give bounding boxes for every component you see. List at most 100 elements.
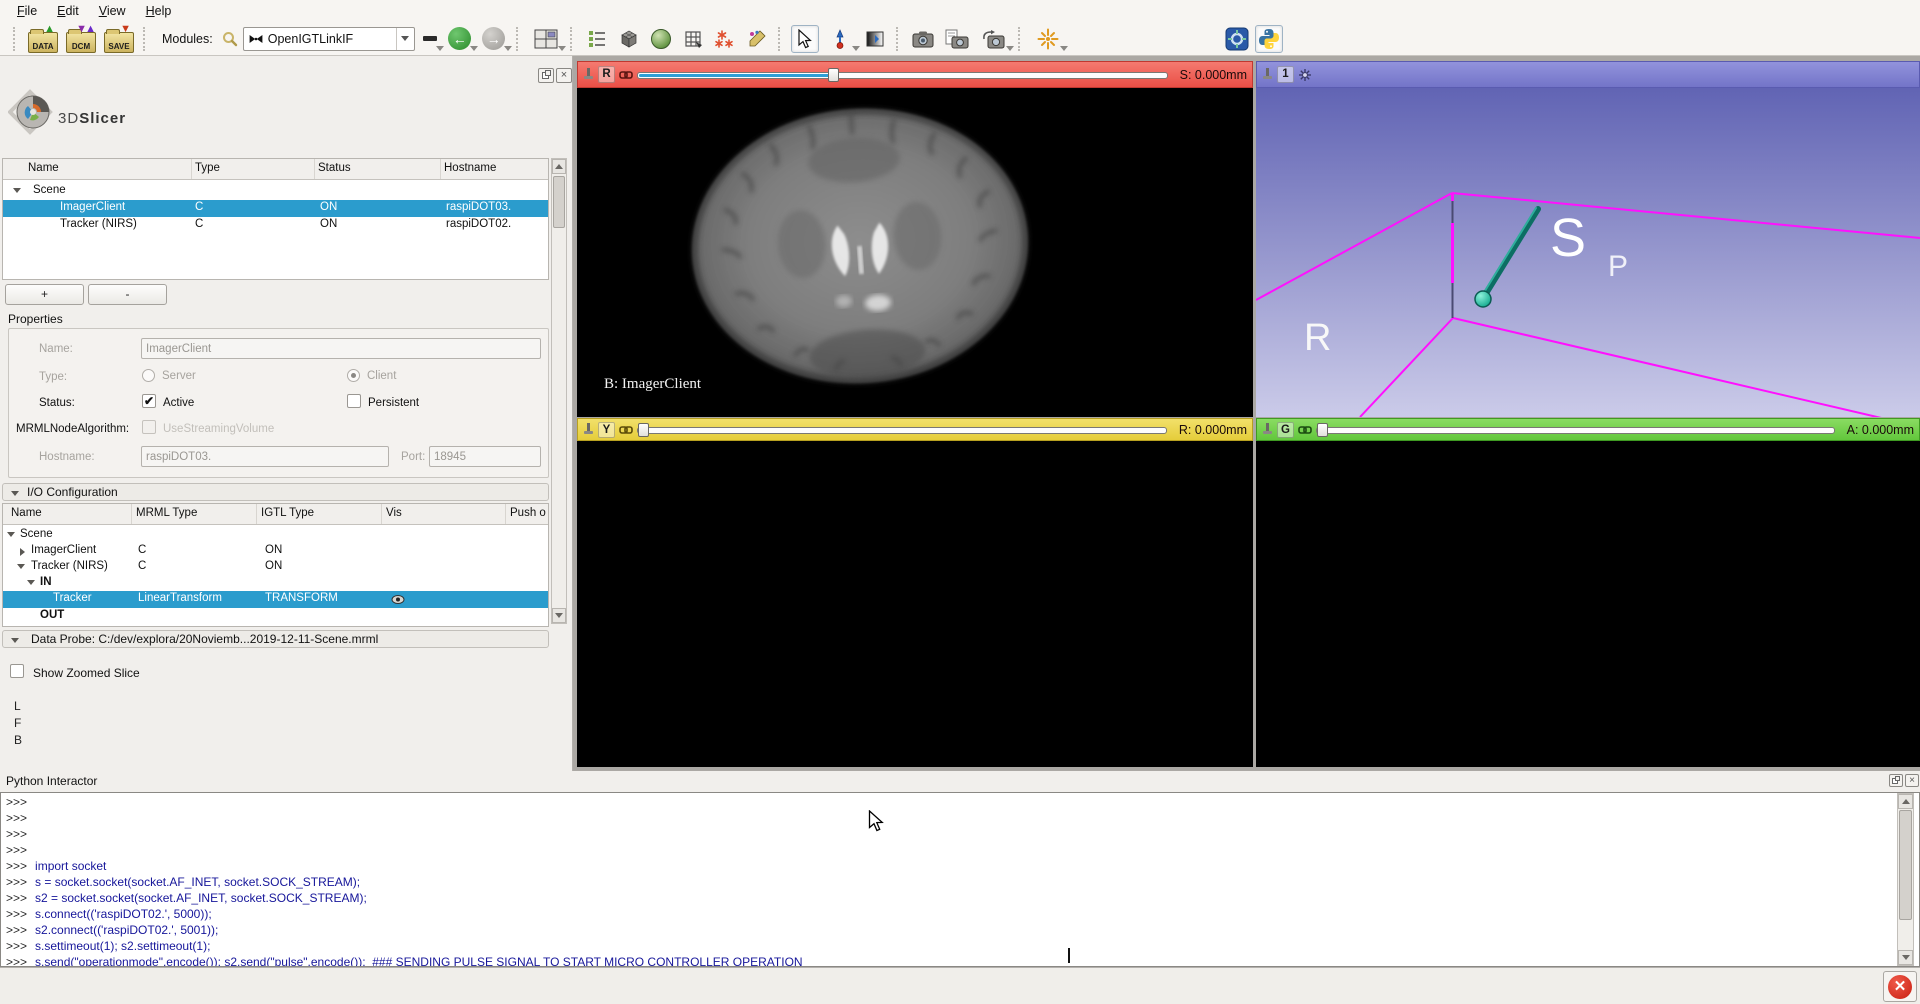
remove-connector-button[interactable]: -: [88, 284, 167, 305]
active-checkbox-label[interactable]: Active: [163, 397, 194, 409]
module-selector-combobox[interactable]: OpenIGTLinkIF: [243, 27, 415, 51]
pushpin-icon[interactable]: [1262, 423, 1273, 436]
models-sphere-button[interactable]: [647, 25, 675, 53]
threed-view[interactable]: 1: [1256, 61, 1920, 417]
place-fiducial-button[interactable]: [823, 25, 857, 53]
window-level-button[interactable]: [861, 25, 889, 53]
col-vis[interactable]: Vis: [386, 507, 402, 519]
screenshot-button[interactable]: [909, 25, 937, 53]
io-row-in[interactable]: IN: [3, 575, 548, 591]
col-push[interactable]: Push o: [510, 507, 546, 519]
col-hostname[interactable]: Hostname: [444, 162, 496, 174]
green-slice-offset-slider[interactable]: [1316, 423, 1835, 437]
markups-fiducial-button[interactable]: [711, 25, 739, 53]
col-name[interactable]: Name: [28, 162, 59, 174]
menu-file[interactable]: File: [8, 2, 46, 20]
menu-help[interactable]: Help: [137, 2, 181, 20]
scene-snapshot-button[interactable]: [941, 25, 973, 53]
python-console[interactable]: >>> >>> >>> >>> >>>import socket >>>s = …: [0, 792, 1920, 967]
connector-name-input[interactable]: [141, 338, 541, 359]
yellow-slice-view[interactable]: Y R: 0.000mm: [577, 418, 1253, 767]
panel-popup-icon[interactable]: [538, 68, 554, 83]
link-views-icon[interactable]: [619, 68, 633, 82]
panel-close-icon[interactable]: ×: [556, 68, 572, 83]
volume-rendering-cube-button[interactable]: [615, 25, 643, 53]
client-radio[interactable]: [347, 369, 360, 382]
active-checkbox[interactable]: ✔: [142, 394, 156, 408]
use-streaming-volume-checkbox[interactable]: [142, 420, 156, 434]
yellow-slice-offset-slider[interactable]: [637, 423, 1167, 437]
col-name[interactable]: Name: [11, 507, 42, 519]
green-slice-view[interactable]: G A: 0.000mm: [1256, 418, 1920, 767]
menu-edit[interactable]: Edit: [48, 2, 88, 20]
pushpin-icon[interactable]: [1262, 68, 1273, 81]
scroll-down-icon[interactable]: [1898, 950, 1913, 965]
col-mrml-type[interactable]: MRML Type: [136, 507, 197, 519]
io-row-tracker-transform[interactable]: Tracker LinearTransform TRANSFORM: [3, 591, 548, 608]
slider-handle[interactable]: [1317, 423, 1328, 437]
scroll-up-icon[interactable]: [552, 159, 566, 174]
module-search-icon[interactable]: [221, 30, 239, 48]
slider-handle[interactable]: [638, 423, 649, 437]
persistent-checkbox[interactable]: [347, 394, 361, 408]
module-panel-scrollbar[interactable]: [551, 158, 567, 624]
load-dicom-button[interactable]: ▼ ▲ DCM: [64, 25, 98, 53]
show-module-list-button[interactable]: [583, 25, 611, 53]
server-radio[interactable]: [142, 369, 155, 382]
show-zoomed-slice-checkbox[interactable]: [10, 664, 24, 678]
connector-row-imagerclient[interactable]: ImagerClient C ON raspiDOT03.: [3, 200, 548, 217]
persistent-checkbox-label[interactable]: Persistent: [368, 397, 419, 409]
python-interactor-button[interactable]: [1255, 25, 1283, 53]
col-type[interactable]: Type: [195, 162, 220, 174]
yellow-slice-viewport[interactable]: [577, 441, 1253, 767]
pushpin-icon[interactable]: [583, 68, 594, 81]
expand-icon[interactable]: [7, 532, 15, 537]
expand-icon[interactable]: [27, 580, 35, 585]
scroll-up-icon[interactable]: [1898, 794, 1913, 809]
show-zoomed-slice-label[interactable]: Show Zoomed Slice: [33, 666, 140, 680]
io-row-out[interactable]: OUT: [3, 608, 548, 624]
io-row-scene[interactable]: Scene: [3, 527, 548, 543]
col-igtl-type[interactable]: IGTL Type: [261, 507, 314, 519]
scrollbar-thumb[interactable]: [1899, 810, 1912, 920]
scrollbar-thumb[interactable]: [553, 176, 565, 228]
python-panel-popup-icon[interactable]: [1889, 774, 1903, 787]
slider-handle[interactable]: [828, 68, 839, 82]
menu-view[interactable]: View: [90, 2, 135, 20]
extensions-manager-button[interactable]: [1223, 25, 1251, 53]
view-options-icon[interactable]: [1298, 68, 1312, 82]
module-back-button[interactable]: ←: [445, 25, 475, 53]
green-view-label[interactable]: G: [1277, 422, 1294, 438]
connector-row-tracker[interactable]: Tracker (NIRS) C ON raspiDOT02.: [3, 217, 548, 234]
module-forward-button[interactable]: →: [479, 25, 509, 53]
transforms-button[interactable]: [679, 25, 707, 53]
editor-button[interactable]: [743, 25, 771, 53]
scroll-down-icon[interactable]: [552, 608, 566, 623]
port-input[interactable]: [429, 446, 541, 467]
expand-icon[interactable]: [13, 188, 21, 193]
connector-row-scene[interactable]: Scene: [3, 183, 548, 200]
load-data-button[interactable]: ▲ DATA: [26, 25, 60, 53]
col-status[interactable]: Status: [318, 162, 351, 174]
data-probe-header[interactable]: Data Probe: C:/dev/explora/20Noviemb...2…: [2, 630, 549, 648]
save-button[interactable]: ▼ SAVE: [102, 25, 136, 53]
mouse-interaction-tool-button[interactable]: [791, 25, 819, 53]
combobox-dropdown-button[interactable]: [396, 28, 414, 50]
io-row-imagerclient[interactable]: ImagerClient C ON: [3, 543, 548, 559]
error-log-button[interactable]: ✕: [1883, 971, 1917, 1002]
red-slice-viewport[interactable]: B: ImagerClient: [577, 88, 1253, 417]
red-slice-offset-slider[interactable]: [637, 68, 1168, 82]
python-panel-close-icon[interactable]: ×: [1905, 774, 1919, 787]
green-slice-viewport[interactable]: [1256, 441, 1920, 767]
threed-view-label[interactable]: 1: [1277, 66, 1294, 83]
crosshair-button[interactable]: [1031, 25, 1065, 53]
expand-icon[interactable]: [17, 564, 25, 569]
red-slice-view[interactable]: R S: 0.000mm: [577, 61, 1253, 417]
visibility-eye-icon[interactable]: [391, 594, 405, 605]
console-scrollbar[interactable]: [1897, 793, 1914, 966]
link-views-icon[interactable]: [619, 423, 633, 437]
hostname-input[interactable]: [141, 446, 389, 467]
layout-selector-button[interactable]: [529, 25, 563, 53]
server-radio-label[interactable]: Server: [162, 370, 196, 382]
red-view-label[interactable]: R: [598, 66, 615, 83]
